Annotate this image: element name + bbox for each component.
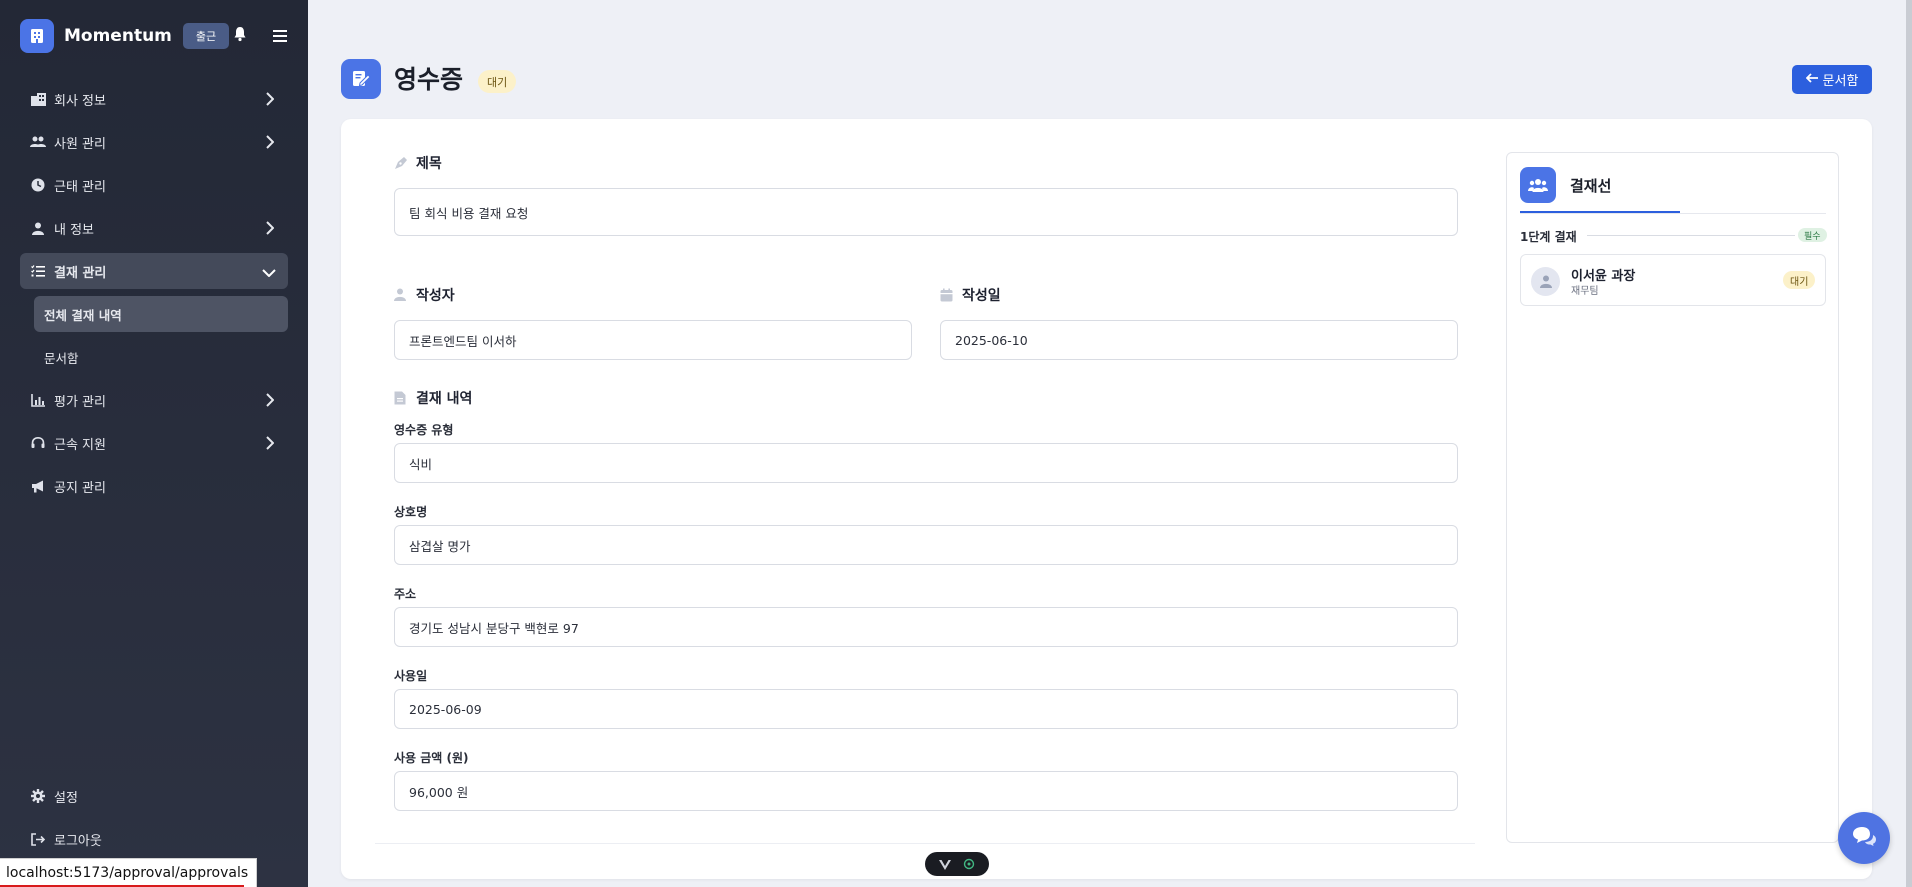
chat-bubbles-icon	[1851, 826, 1877, 850]
chart-icon	[30, 392, 46, 408]
clock-icon	[30, 177, 46, 193]
sidebar-item-logout[interactable]: 로그아웃	[20, 821, 288, 857]
approver-status-badge: 대기	[1783, 271, 1816, 289]
logout-icon	[30, 831, 46, 847]
checkin-button[interactable]: 출근	[183, 23, 229, 49]
author-field[interactable]: 프론트엔드팀 이서하	[394, 320, 912, 360]
chevron-right-icon	[266, 135, 276, 149]
building-logo-icon	[20, 19, 54, 53]
sidebar-item-evaluation[interactable]: 평가 관리	[20, 382, 288, 418]
user-icon	[394, 288, 408, 302]
sidebar: Momentum 출근 회사 정보 사원 관리 근태 관리 내 정보 결재 관리…	[0, 0, 308, 887]
sidebar-item-attendance[interactable]: 근태 관리	[20, 167, 288, 203]
sidebar-item-company[interactable]: 회사 정보	[20, 81, 288, 117]
headset-icon	[30, 435, 46, 451]
inbox-button-label: 문서함	[1822, 74, 1859, 89]
status-badge: 대기	[478, 70, 517, 93]
store-name-field[interactable]: 삼겹살 명가	[394, 525, 1458, 565]
date-field[interactable]: 2025-06-10	[940, 320, 1458, 360]
document-card: 제목 팀 회식 비용 결재 요청 작성자 프론트엔드팀 이서하 작성일 2025…	[341, 119, 1872, 879]
sidebar-item-label: 공지 관리	[54, 480, 106, 496]
chevron-down-icon	[262, 266, 276, 278]
file-icon	[394, 391, 408, 405]
sidebar-subitem-all-approvals[interactable]: 전체 결재 내역	[34, 296, 288, 332]
list-check-icon	[30, 263, 46, 279]
sidebar-subitem-inbox[interactable]: 문서함	[34, 339, 288, 375]
author-section-label: 작성자	[394, 285, 455, 305]
sidebar-item-employees[interactable]: 사원 관리	[20, 124, 288, 160]
users-icon	[30, 134, 46, 150]
building-icon	[30, 91, 46, 107]
bottom-nav: 설정 로그아웃	[20, 778, 288, 864]
title-underline	[1520, 211, 1680, 213]
sidebar-item-label: 결재 관리	[54, 265, 107, 281]
pen-nib-icon	[394, 156, 408, 170]
chevron-right-icon	[266, 221, 276, 235]
sidebar-item-tenure-support[interactable]: 근속 지원	[20, 425, 288, 461]
receipt-type-field[interactable]: 식비	[394, 443, 1458, 483]
avatar	[1531, 267, 1560, 296]
sidebar-item-label: 로그아웃	[54, 833, 102, 849]
divider	[375, 843, 1475, 844]
hamburger-menu-icon[interactable]	[273, 27, 291, 43]
address-field[interactable]: 경기도 성남시 분당구 백현로 97	[394, 607, 1458, 647]
chevron-right-icon	[266, 393, 276, 407]
divider	[1587, 235, 1795, 236]
required-badge: 필수	[1798, 228, 1827, 242]
sidebar-item-label: 회사 정보	[54, 93, 106, 109]
target-icon[interactable]	[963, 855, 975, 874]
sidebar-item-label: 내 정보	[54, 222, 95, 238]
title-field[interactable]: 팀 회식 비용 결재 요청	[394, 188, 1458, 236]
sidebar-item-my-info[interactable]: 내 정보	[20, 210, 288, 246]
approver-team: 재무팀	[1571, 286, 1599, 297]
chevron-right-icon	[266, 436, 276, 450]
usage-date-field[interactable]: 2025-06-09	[394, 689, 1458, 729]
arrow-left-icon	[1805, 72, 1818, 87]
page-title: 영수증	[394, 65, 464, 94]
store-name-label: 상호명	[394, 505, 428, 519]
usage-date-label: 사용일	[394, 669, 428, 683]
user-icon	[30, 220, 46, 236]
app-name: Momentum	[64, 26, 172, 46]
date-section-label: 작성일	[940, 285, 1001, 305]
sidebar-item-approvals[interactable]: 결재 관리	[20, 253, 288, 289]
calendar-icon	[940, 288, 954, 302]
inbox-button[interactable]: 문서함	[1792, 65, 1872, 94]
chevron-right-icon	[266, 92, 276, 106]
amount-label: 사용 금액 (원)	[394, 751, 469, 765]
sidebar-item-notices[interactable]: 공지 관리	[20, 468, 288, 504]
sidebar-item-label: 설정	[54, 790, 78, 806]
amount-field[interactable]: 96,000 원	[394, 771, 1458, 811]
status-bar-url: localhost:5173/approval/approvals	[0, 858, 258, 887]
approval-line-title: 결재선	[1570, 177, 1612, 195]
megaphone-icon	[30, 478, 46, 494]
sidebar-item-label: 근태 관리	[54, 179, 106, 195]
receipt-type-label: 영수증 유형	[394, 423, 454, 437]
details-section-label: 결재 내역	[394, 388, 472, 408]
document-edit-icon	[341, 59, 381, 99]
sidebar-item-settings[interactable]: 설정	[20, 778, 288, 814]
scrollbar[interactable]	[1906, 0, 1912, 887]
main-nav: 회사 정보 사원 관리 근태 관리 내 정보 결재 관리 전체 결재 내역 문서…	[20, 81, 288, 511]
bell-icon[interactable]	[233, 26, 251, 46]
approver-card[interactable]: 이서윤 과장 재무팀 대기	[1520, 254, 1826, 306]
title-section-label: 제목	[394, 153, 442, 173]
sidebar-item-label: 사원 관리	[54, 136, 106, 152]
divider	[1520, 213, 1826, 214]
approval-line-panel: 결재선 1단계 결재 필수 이서윤 과장 재무팀 대기	[1506, 152, 1839, 843]
devtools-toolbar[interactable]	[925, 852, 989, 876]
sidebar-item-label: 평가 관리	[54, 394, 106, 410]
users-icon	[1520, 167, 1556, 203]
address-label: 주소	[394, 587, 417, 601]
brand[interactable]: Momentum	[20, 19, 172, 53]
chatbot-button[interactable]	[1838, 812, 1890, 864]
stage-label: 1단계 결재	[1520, 230, 1577, 244]
gear-icon	[30, 788, 46, 804]
vue-logo-icon[interactable]	[939, 855, 951, 874]
sidebar-item-label: 근속 지원	[54, 437, 106, 453]
